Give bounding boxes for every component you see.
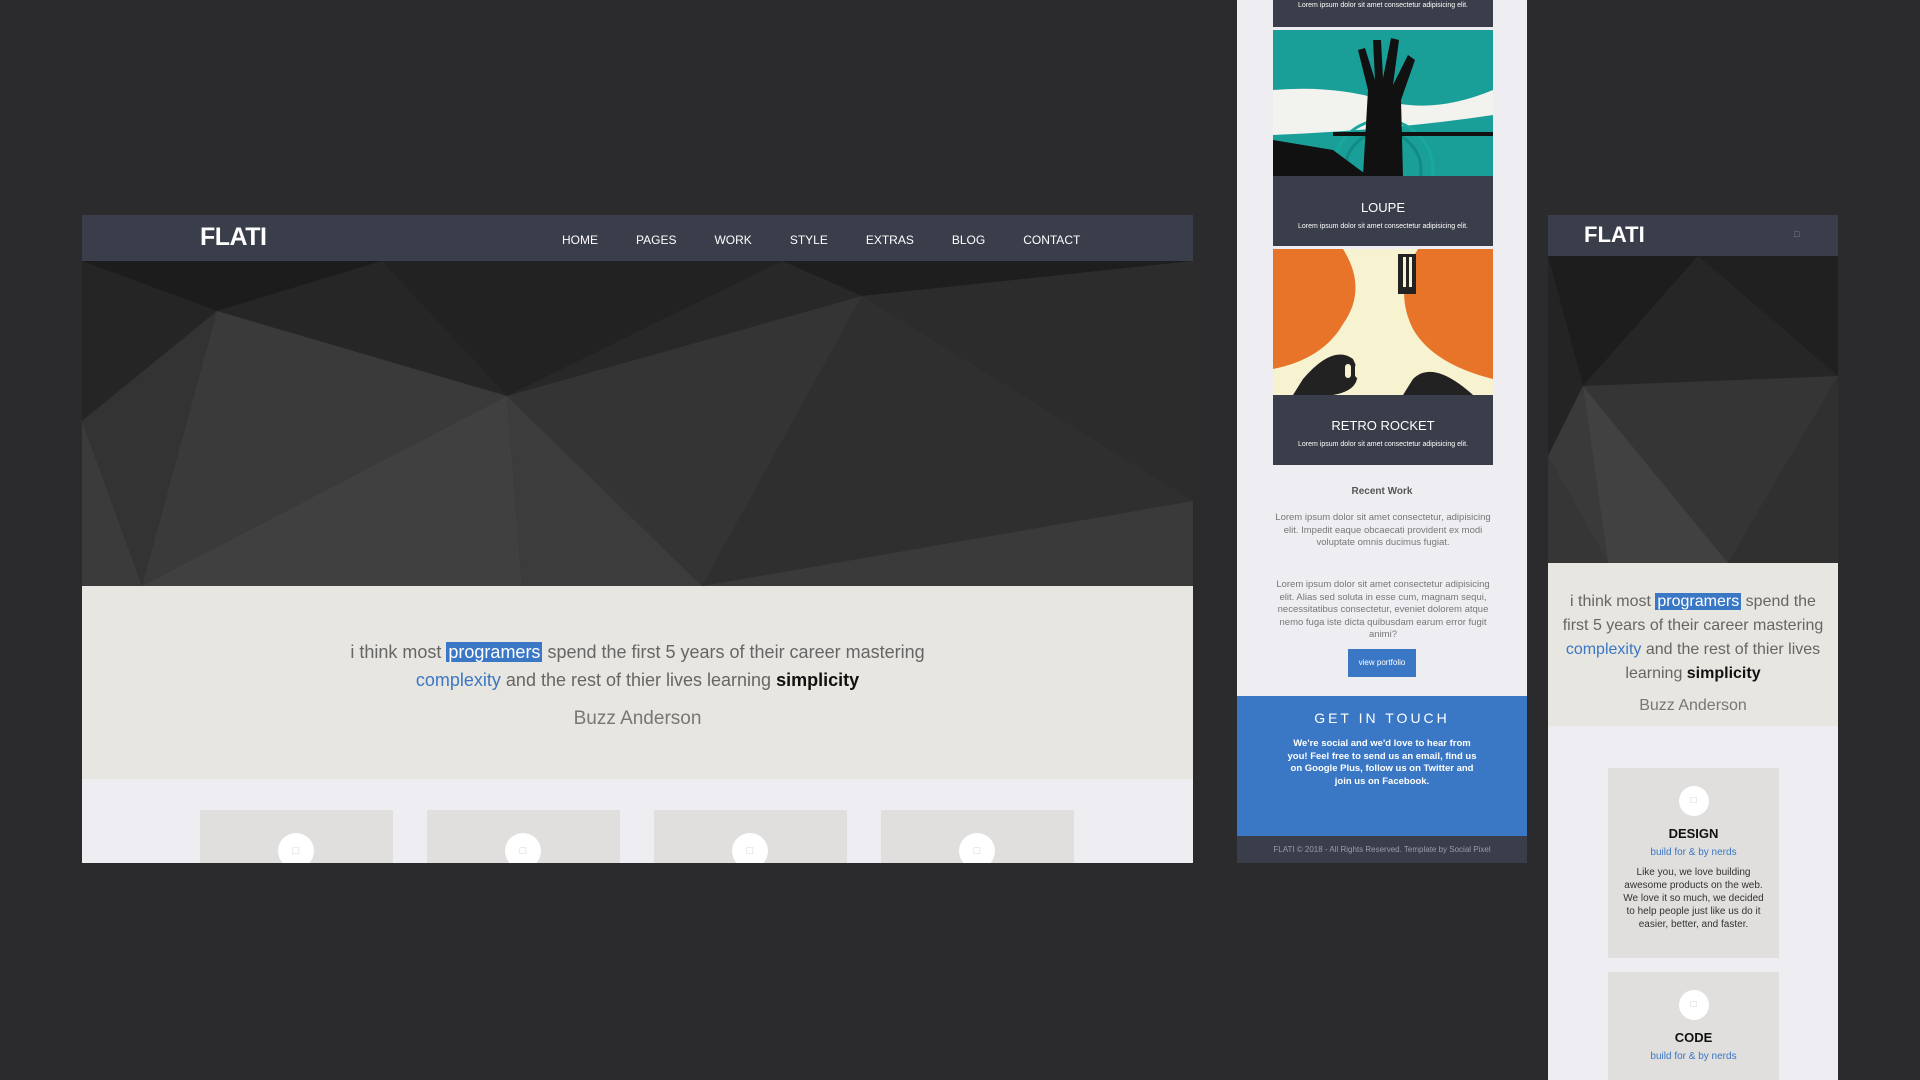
quote-author: Buzz Anderson [1639, 697, 1747, 714]
quote-highlight: programers [1655, 593, 1742, 610]
quote-part: and the rest of thier lives learning [500, 670, 777, 690]
portfolio-item-loupe[interactable]: LOUPE Lorem ipsum dolor sit amet consect… [1273, 30, 1493, 246]
quote-section: i think most programers spend the first … [82, 586, 1193, 779]
mobile-quote-text: i think most programers spend the first … [1558, 590, 1828, 686]
service-card: □ [427, 810, 620, 863]
brand-logo[interactable]: FLATI [1584, 222, 1645, 248]
mobile-hero-banner [1548, 256, 1838, 563]
nav-blog[interactable]: BLOG [952, 233, 985, 247]
mobile-navbar: FLATI □ [1548, 215, 1838, 256]
service-description: Like you, we love building awesome produ… [1623, 867, 1764, 930]
portfolio-title: RETRO ROCKET [1331, 418, 1435, 433]
mobile-hero-polygon-background [1548, 256, 1838, 563]
view-portfolio-button[interactable]: view portfolio [1348, 649, 1416, 677]
tablet-mockup: Lorem ipsum dolor sit amet consectetur a… [1237, 0, 1527, 863]
get-in-touch-section: GET IN TOUCH We're social and we'd love … [1237, 696, 1527, 836]
code-icon: □ [1678, 990, 1709, 1020]
quote-author: Buzz Anderson [573, 708, 702, 729]
footer: FLATI © 2018 - All Rights Reserved. Temp… [1237, 836, 1527, 863]
portfolio-caption: Lorem ipsum dolor sit amet consectetur a… [1297, 441, 1469, 448]
recent-work-paragraph: Lorem ipsum dolor sit amet consectetur a… [1276, 579, 1490, 640]
service-title: CODE [1674, 1030, 1713, 1045]
service-subtitle: build for & by nerds [1650, 1051, 1737, 1062]
services-row: □ □ □ □ [82, 779, 1193, 863]
quote-part: i think most [1570, 593, 1656, 610]
service-card: □ [654, 810, 847, 863]
service-card-code: □ CODE build for & by nerds [1608, 972, 1779, 1080]
design-icon: □ [1678, 786, 1709, 816]
service-icon: □ [278, 833, 314, 863]
quote-bold-word: simplicity [776, 670, 860, 690]
service-icon: □ [732, 833, 768, 863]
service-card: □ [881, 810, 1074, 863]
brand-logo[interactable]: FLATI [200, 223, 267, 252]
nav-extras[interactable]: EXTRAS [866, 233, 914, 247]
nav-style[interactable]: STYLE [790, 233, 828, 247]
mobile-quote-section: i think most programers spend the first … [1548, 563, 1838, 726]
nav-work[interactable]: WORK [714, 233, 751, 247]
quote-text: i think most programers spend the first … [82, 638, 1193, 694]
portfolio-caption: Lorem ipsum dolor sit amet consectetur a… [1297, 2, 1469, 9]
service-subtitle: build for & by nerds [1650, 847, 1737, 858]
quote-part: spend the first 5 years of their career … [542, 642, 925, 662]
desktop-mockup: FLATI HOME PAGES WORK STYLE EXTRAS BLOG … [82, 215, 1193, 863]
hero-banner [82, 261, 1193, 586]
portfolio-caption: Lorem ipsum dolor sit amet consectetur a… [1297, 223, 1469, 230]
top-navbar: FLATI HOME PAGES WORK STYLE EXTRAS BLOG … [82, 215, 1193, 261]
quote-blue-word: complexity [415, 670, 501, 690]
portfolio-title: LOUPE [1360, 200, 1406, 215]
service-icon: □ [505, 833, 541, 863]
quote-part: i think most [350, 642, 447, 662]
get-in-touch-heading: GET IN TOUCH [1314, 710, 1450, 726]
portfolio-item-retro-rocket[interactable]: RETRO ROCKET Lorem ipsum dolor sit amet … [1273, 249, 1493, 465]
recent-work-heading: Recent Work [1351, 486, 1413, 497]
service-title: DESIGN [1668, 826, 1719, 841]
recent-work-paragraph: Lorem ipsum dolor sit amet consectetur, … [1275, 512, 1491, 548]
service-icon: □ [959, 833, 995, 863]
service-card: □ [200, 810, 393, 863]
nav-contact[interactable]: CONTACT [1023, 233, 1080, 247]
nav-home[interactable]: HOME [562, 233, 598, 247]
quote-highlight: programers [446, 642, 543, 662]
quote-blue-word: complexity [1565, 641, 1642, 658]
portfolio-item[interactable]: Lorem ipsum dolor sit amet consectetur a… [1273, 0, 1493, 27]
service-card-design: □ DESIGN build for & by nerds Like you, … [1608, 768, 1779, 958]
get-in-touch-text: We're social and we'd love to hear from … [1287, 738, 1477, 787]
nav-pages[interactable]: PAGES [636, 233, 676, 247]
main-menu: HOME PAGES WORK STYLE EXTRAS BLOG CONTAC… [562, 233, 1118, 247]
menu-toggle-icon[interactable]: □ [1794, 229, 1799, 239]
mobile-mockup: FLATI □ i think most programers spend th… [1548, 215, 1838, 1080]
quote-bold-word: simplicity [1686, 665, 1761, 682]
retro-rocket-artwork [1273, 249, 1493, 395]
hero-polygon-background [82, 261, 1193, 586]
loupe-artwork [1273, 30, 1493, 222]
